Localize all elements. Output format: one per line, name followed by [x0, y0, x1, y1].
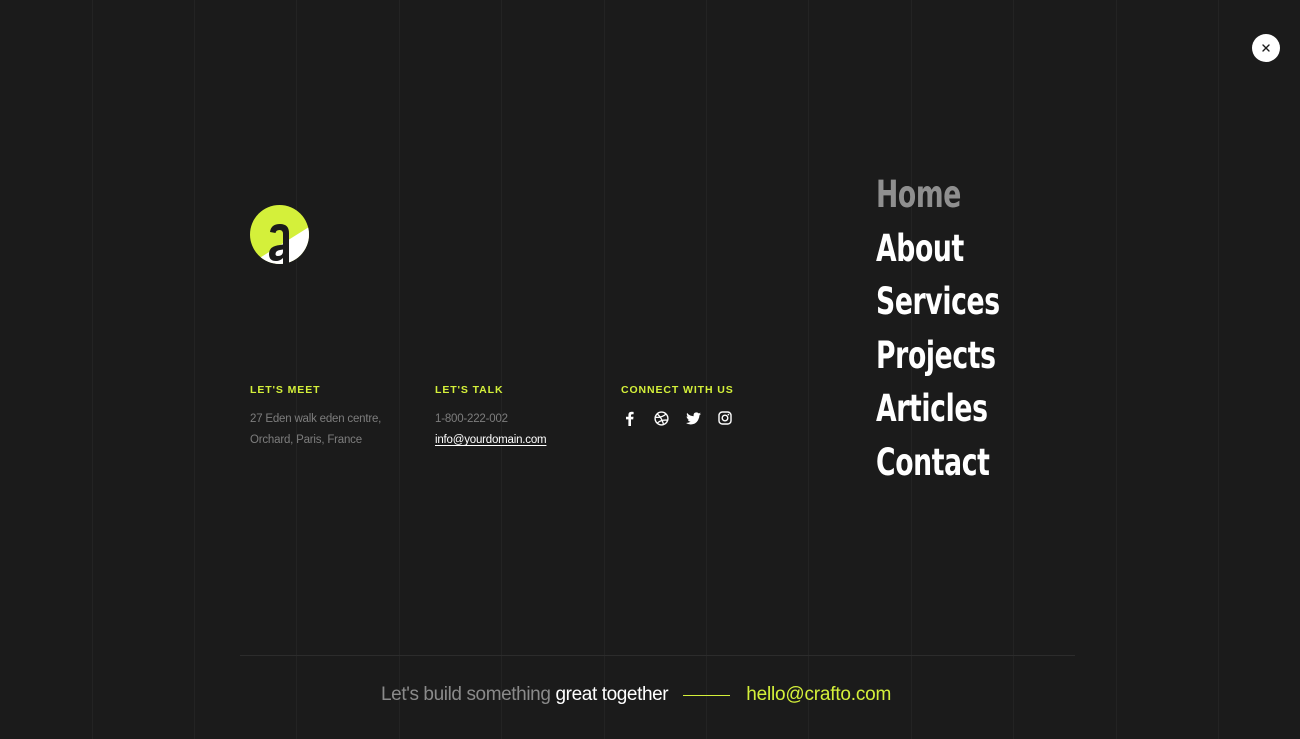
- brand-logo-icon: [250, 205, 309, 264]
- dribbble-icon[interactable]: [653, 410, 669, 426]
- contact-talk: LET'S TALK 1-800-222-002 info@yourdomain…: [435, 384, 547, 451]
- social-links: [621, 410, 734, 426]
- footer-email-link[interactable]: hello@crafto.com: [746, 684, 891, 706]
- instagram-icon[interactable]: [717, 410, 733, 426]
- grid-line: [1218, 0, 1219, 739]
- address-line-1: 27 Eden walk eden centre,: [250, 413, 382, 425]
- menu-link-home[interactable]: Home: [876, 173, 961, 216]
- close-button[interactable]: [1252, 34, 1280, 62]
- menu-link-contact[interactable]: Contact: [876, 441, 990, 484]
- menu-item-home: Home: [876, 168, 1048, 222]
- meet-heading: LET'S MEET: [250, 384, 321, 396]
- menu-item-articles: Articles: [876, 382, 1048, 436]
- address-line-2: Orchard, Paris, France: [250, 434, 362, 446]
- contact-meet: LET'S MEET 27 Eden walk eden centre, Orc…: [250, 384, 381, 451]
- footer-tagline: Let's build something great together hel…: [381, 680, 891, 710]
- tagline-separator: [683, 694, 731, 696]
- menu-link-articles[interactable]: Articles: [876, 387, 988, 430]
- tagline-strong: great together: [555, 684, 669, 705]
- phone-number: 1-800-222-002: [435, 413, 508, 425]
- email-link[interactable]: info@yourdomain.com: [435, 430, 547, 451]
- grid-line: [1116, 0, 1117, 739]
- grid-line: [92, 0, 93, 739]
- contact-connect: CONNECT WITH US: [621, 384, 734, 426]
- twitter-icon[interactable]: [685, 410, 701, 426]
- menu-link-projects[interactable]: Projects: [876, 334, 996, 377]
- menu-item-about: About: [876, 222, 1048, 276]
- menu-overlay: LET'S MEET 27 Eden walk eden centre, Orc…: [0, 0, 1300, 739]
- menu-link-about[interactable]: About: [876, 227, 964, 270]
- grid-line: [399, 0, 400, 739]
- grid-line: [706, 0, 707, 739]
- footer-divider: [240, 655, 1075, 656]
- grid-line: [194, 0, 195, 739]
- brand-logo[interactable]: [250, 205, 309, 264]
- menu-link-services[interactable]: Services: [876, 280, 1000, 323]
- connect-heading: CONNECT WITH US: [621, 384, 734, 396]
- close-icon: [1262, 44, 1270, 52]
- grid-line: [296, 0, 297, 739]
- grid-line: [604, 0, 605, 739]
- menu-item-services: Services: [876, 275, 1048, 329]
- grid-line: [808, 0, 809, 739]
- grid-line: [501, 0, 502, 739]
- facebook-icon[interactable]: [621, 410, 637, 426]
- menu-item-projects: Projects: [876, 329, 1048, 383]
- main-menu: Home About Services Projects Articles Co…: [876, 168, 1048, 489]
- menu-item-contact: Contact: [876, 436, 1048, 490]
- talk-heading: LET'S TALK: [435, 384, 504, 396]
- tagline-muted: Let's build something: [381, 684, 551, 705]
